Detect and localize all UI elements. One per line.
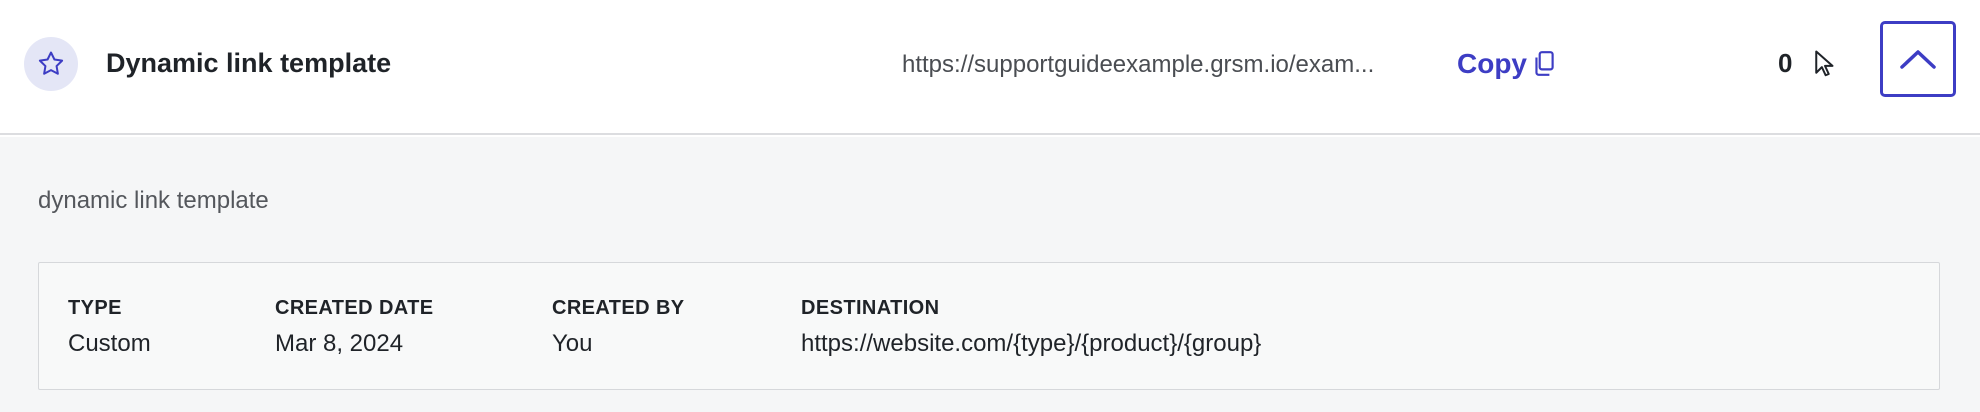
cursor-icon bbox=[1815, 50, 1834, 77]
detail-value: Mar 8, 2024 bbox=[275, 330, 404, 357]
link-card-header: Dynamic link template https://supportgui… bbox=[0, 0, 1980, 135]
detail-type: TYPE Custom bbox=[68, 297, 151, 358]
star-icon bbox=[38, 51, 64, 75]
link-details-table: TYPE Custom CREATED DATE Mar 8, 2024 CRE… bbox=[38, 262, 1940, 390]
chevron-up-icon bbox=[1900, 50, 1936, 69]
destination-url[interactable]: https://website.com/{type}/{product}/{gr… bbox=[801, 330, 1261, 358]
copy-icon bbox=[1535, 51, 1554, 76]
detail-label: TYPE bbox=[68, 297, 122, 319]
link-title: Dynamic link template bbox=[106, 48, 392, 78]
detail-value: You bbox=[552, 330, 593, 357]
link-details-panel: dynamic link template TYPE Custom CREATE… bbox=[0, 137, 1980, 412]
link-description: dynamic link template bbox=[38, 187, 269, 214]
collapse-button[interactable] bbox=[1880, 21, 1956, 97]
copy-button-label: Copy bbox=[1457, 48, 1527, 79]
detail-label: DESTINATION bbox=[801, 297, 940, 319]
click-count: 0 bbox=[1778, 48, 1793, 78]
copy-button[interactable]: Copy bbox=[1457, 44, 1557, 84]
detail-created-by: CREATED BY You bbox=[552, 297, 685, 358]
detail-destination: DESTINATION https://website.com/{type}/{… bbox=[801, 297, 1261, 358]
favorite-button[interactable] bbox=[24, 37, 78, 91]
short-link-url[interactable]: https://supportguideexample.grsm.io/exam… bbox=[902, 51, 1438, 79]
detail-created-date: CREATED DATE Mar 8, 2024 bbox=[275, 297, 434, 358]
detail-label: CREATED DATE bbox=[275, 297, 434, 319]
detail-label: CREATED BY bbox=[552, 297, 685, 319]
detail-value: Custom bbox=[68, 330, 151, 357]
